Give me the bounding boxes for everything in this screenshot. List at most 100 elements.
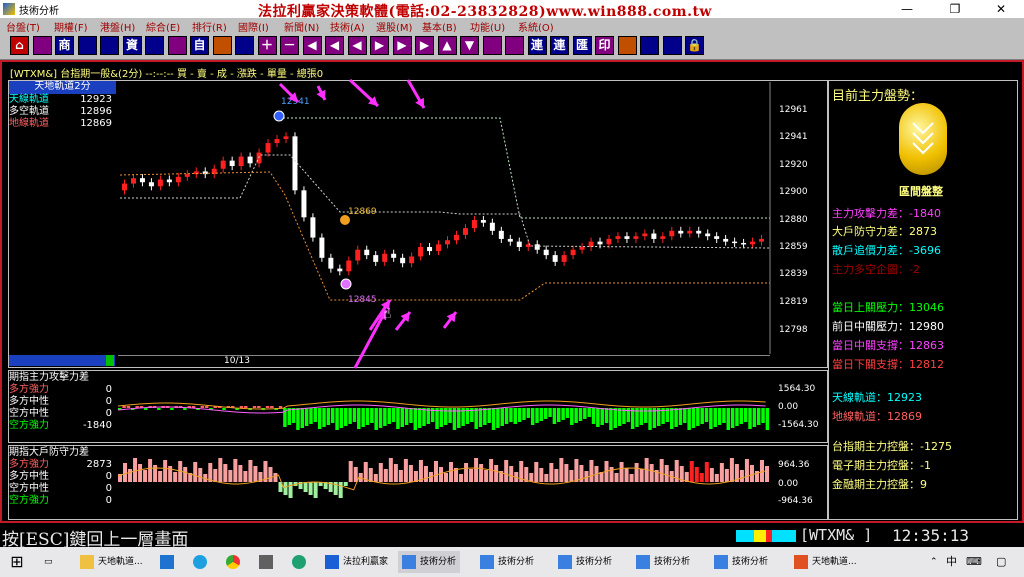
defense-ytick-mid: 0.00 (778, 479, 799, 489)
chart-app-icon (480, 554, 494, 569)
candle-body (687, 230, 693, 234)
info-mid-support: 當日中關支撐：12863 (832, 339, 944, 352)
task-edge[interactable] (292, 551, 310, 573)
candle-body (507, 238, 513, 242)
chart-app-icon (558, 554, 572, 569)
candle-body (534, 244, 540, 250)
candle-body (453, 234, 459, 241)
info-ground-track: 地線軌道：12869 (832, 410, 922, 423)
high-marker-icon (273, 110, 285, 122)
low-annotation: 12845 (348, 295, 377, 305)
candle-body (471, 220, 477, 229)
info-sky-track: 天線軌道：12923 (832, 391, 922, 404)
task-tech-5[interactable]: 技術分析 (714, 551, 768, 573)
price-ytick: 12941 (779, 132, 808, 142)
task-app4[interactable] (259, 551, 277, 573)
task-explorer[interactable] (160, 551, 178, 573)
candle-body (247, 156, 253, 164)
info-upper-pressure: 當日上關壓力：13046 (832, 301, 944, 314)
attack-row-4: 空方強力 -1840 (9, 420, 112, 431)
candle-body (122, 183, 127, 191)
info-lower-support: 當日下關支撐：12812 (832, 358, 944, 371)
candle-body (570, 249, 576, 256)
defense-ytick-top: 964.36 (778, 460, 810, 470)
attack-ytick-top: 1564.30 (778, 384, 816, 394)
start-icon[interactable]: ⊞ (10, 551, 24, 573)
task-tech-1[interactable]: 技術分析 (398, 551, 461, 573)
candle-body (409, 256, 415, 264)
symbol-readout: [WTXM& ] (800, 526, 873, 544)
price-ytick: 12859 (779, 242, 808, 252)
candle-body (436, 244, 442, 252)
candle-body (391, 253, 397, 258)
monitor-icon (160, 554, 174, 569)
candle-body (427, 247, 433, 252)
candle-body (579, 247, 585, 250)
candle-body (337, 268, 343, 272)
candle-body (445, 240, 450, 245)
candle-body (759, 238, 765, 242)
chart-app-icon (636, 554, 650, 569)
chart-app-icon (402, 554, 416, 569)
tray-chevron-icon[interactable]: ⌃ (930, 551, 938, 573)
candle-body (696, 230, 702, 234)
info-intent: 主力多空企圖：-2 (832, 263, 920, 276)
status-color-strip (736, 530, 796, 542)
candle-body (157, 179, 163, 187)
price-ytick: 12961 (779, 105, 808, 115)
attack-row-3: 空方中性 0 (9, 408, 112, 419)
low-marker-icon (340, 278, 352, 290)
status-bar: 按[ESC]鍵回上一層畫面 [WTXM& ] 12:35:13 (0, 524, 1024, 550)
windows-taskbar: ⊞ ▭ 天地軌道... 法拉利贏家 技術分析 技術分析 技術分析 技術分析 技術… (0, 547, 1024, 577)
candle-body (346, 260, 352, 272)
candle-body (669, 230, 675, 237)
attack-ytick-bot: -1564.30 (778, 420, 819, 430)
task-tech-2[interactable]: 技術分析 (480, 551, 534, 573)
price-ytick: 12819 (779, 297, 808, 307)
task-tiandi-1[interactable]: 天地軌道... (80, 551, 143, 573)
candle-body (175, 176, 181, 183)
task-tech-3[interactable]: 技術分析 (558, 551, 612, 573)
defense-row-4: 空方強力 0 (9, 495, 112, 506)
candle-body (148, 182, 154, 187)
info-prev-mid-pressure: 前日中關壓力：12980 (832, 320, 944, 333)
candle-body (364, 249, 370, 256)
notification-icon[interactable]: ▢ (996, 551, 1006, 573)
task-chrome[interactable] (226, 551, 244, 573)
attack-row-1: 多方強力 0 (9, 384, 112, 395)
candle-body (480, 220, 486, 223)
app-icon-red (794, 554, 808, 569)
defense-pane[interactable] (8, 445, 828, 520)
candle-body (166, 179, 172, 183)
candle-body (283, 136, 289, 140)
attack-title: 期指主力攻擊力差 (9, 372, 89, 383)
annotation-arrow (353, 309, 388, 369)
mid-annotation: 12869 (348, 207, 377, 217)
folder-icon (80, 554, 94, 569)
attack-pane[interactable] (8, 370, 828, 443)
candle-body (498, 230, 504, 239)
ie-icon (193, 554, 207, 569)
candle-body (543, 249, 549, 256)
task-tech-4[interactable]: 技術分析 (636, 551, 690, 573)
candle-body (418, 247, 424, 257)
candle-body (741, 242, 747, 245)
info-defense: 大戶防守力差：2873 (832, 225, 937, 238)
candle-body (660, 236, 666, 239)
edge-icon (292, 554, 306, 569)
tray-ime[interactable]: 中 (946, 551, 957, 573)
candle-body (400, 257, 406, 264)
task-view-icon[interactable]: ▭ (44, 551, 53, 573)
task-tiandi-2[interactable]: 天地軌道... (794, 551, 857, 573)
app-icon-4 (259, 554, 273, 569)
candle-body (274, 139, 280, 144)
tray-keyboard-icon[interactable]: ⌨ (966, 551, 982, 573)
task-ie[interactable] (193, 551, 211, 573)
defense-row-3: 空方中性 0 (9, 483, 112, 494)
info-taifex-control: 台指期主力控盤：-1275 (832, 440, 952, 453)
candle-body (597, 241, 603, 245)
candle-body (516, 241, 522, 248)
task-ferrari[interactable]: 法拉利贏家 (325, 551, 388, 573)
candle-body (732, 241, 738, 244)
candle-body (184, 174, 190, 177)
